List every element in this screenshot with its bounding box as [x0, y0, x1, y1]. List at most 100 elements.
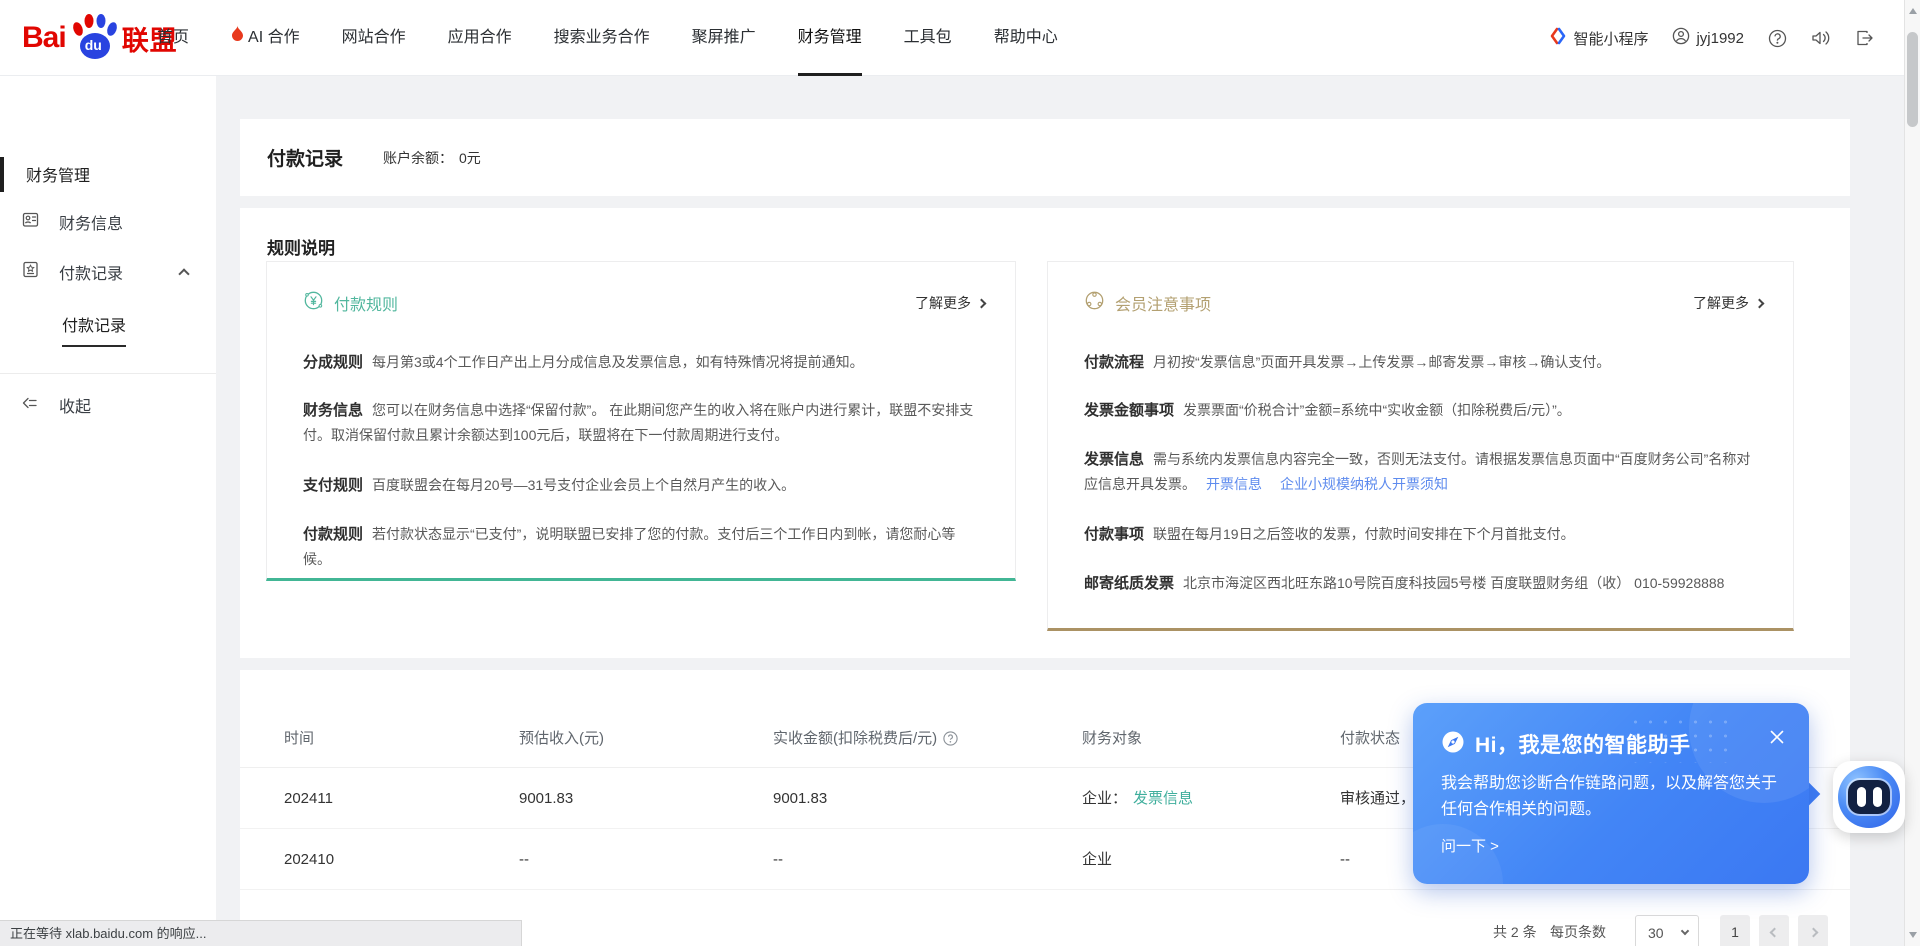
cell-finance-object: 企业：发票信息 — [1082, 768, 1193, 829]
rule-paragraph: 财务信息您可以在财务信息中选择“保留付款”。 在此期间您产生的收入将在账户内进行… — [303, 398, 981, 448]
page-scrollbar[interactable] — [1904, 0, 1920, 946]
previous-page-button[interactable] — [1759, 915, 1789, 946]
main-menu: 首页 AI 合作 网站合作 应用合作 搜索业务合作 聚屏推广 财务管理 工具包 … — [157, 0, 1058, 76]
nav-item-finance-management[interactable]: 财务管理 — [798, 0, 862, 76]
scrollbar-thumb[interactable] — [1907, 32, 1918, 127]
rules-section-card: 规则说明 付款规则 了解更多 — [240, 208, 1850, 658]
rule-paragraph: 邮寄纸质发票北京市海淀区西北旺东路10号院百度科技园5号楼 百度联盟财务组（收）… — [1084, 571, 1759, 596]
robot-avatar-icon — [1838, 766, 1900, 828]
sidebar: 财务管理 财务信息 付款记录 — [0, 76, 216, 946]
sound-icon[interactable] — [1811, 29, 1831, 47]
cell-estimated: -- — [519, 829, 529, 890]
cell-actual: -- — [773, 829, 783, 890]
rule-paragraph: 支付规则百度联盟会在每月20号—31号支付企业会员上个自然月产生的收入。 — [303, 473, 981, 498]
nav-item-search-coop[interactable]: 搜索业务合作 — [554, 0, 650, 76]
sidebar-item-finance-info[interactable]: 财务信息 — [0, 207, 216, 237]
member-notes-more-link[interactable]: 了解更多 — [1693, 293, 1763, 313]
logout-icon[interactable] — [1855, 29, 1874, 47]
chevron-up-icon — [178, 268, 189, 279]
navbar-right-tools: 智能小程序 jyj1992 — [1549, 0, 1874, 76]
nav-item-help-center[interactable]: 帮助中心 — [994, 0, 1058, 76]
total-count-label: 共 2 条 — [1493, 915, 1537, 946]
nav-item-ai-coop[interactable]: AI 合作 — [231, 0, 300, 76]
invoice-info-table-link[interactable]: 发票信息 — [1133, 790, 1193, 807]
rule-paragraph: 付款事项联盟在每月19日之后签收的发票，付款时间安排在下个月首批支付。 — [1084, 522, 1759, 547]
chevron-down-icon — [1681, 927, 1689, 935]
active-section-indicator — [0, 157, 4, 192]
close-icon[interactable] — [1769, 729, 1785, 750]
finance-info-icon — [21, 210, 40, 234]
logo-text-bai: Bai — [22, 21, 66, 55]
ask-assistant-link[interactable]: 问一下 > — [1441, 835, 1499, 856]
assistant-robot-button[interactable] — [1833, 761, 1905, 833]
nav-item-toolkit[interactable]: 工具包 — [904, 0, 952, 76]
col-header-actual-amount: 实收金额(扣除税费后/元) — [773, 710, 958, 771]
chevron-right-icon — [977, 298, 987, 308]
compass-icon — [1441, 730, 1465, 759]
payment-record-icon — [21, 260, 40, 284]
question-circle-icon[interactable] — [943, 713, 958, 771]
cell-time: 202410 — [284, 829, 334, 890]
payment-rules-card: 付款规则 了解更多 分成规则每月第3或4个工作日产出上月分成信息及发票信息，如有… — [266, 261, 1016, 581]
chevron-right-icon — [1808, 927, 1818, 937]
cell-payment-status: 审核通过， — [1340, 768, 1415, 829]
member-notes-card: 会员注意事项 了解更多 付款流程月初按“发票信息”页面开具发票→上传发票→邮寄发… — [1047, 261, 1794, 631]
sidebar-divider — [0, 373, 216, 374]
balance-value: 0元 — [459, 150, 481, 166]
user-icon — [1672, 27, 1690, 49]
sidebar-subitem-payment-records-active[interactable]: 付款记录 — [62, 312, 126, 347]
page-title: 付款记录 — [267, 144, 343, 171]
invoice-info-link[interactable]: 开票信息 — [1206, 476, 1262, 492]
col-header-finance-object: 财务对象 — [1082, 710, 1142, 768]
help-icon[interactable] — [1768, 29, 1787, 48]
sidebar-group-finance-management[interactable]: 财务管理 — [26, 162, 90, 186]
per-page-select[interactable]: 30 — [1635, 915, 1699, 946]
cell-actual: 9001.83 — [773, 768, 827, 829]
scroll-down-arrow-icon[interactable] — [1909, 932, 1917, 938]
assistant-title: Hi，我是您的智能助手 — [1475, 729, 1691, 759]
page: Bai du 联盟 首页 AI 合作 网站合作 — [0, 0, 1920, 946]
nav-item-screen-promo[interactable]: 聚屏推广 — [692, 0, 756, 76]
rule-paragraph: 发票金额事项发票票面“价税合计”金额=系统中“实收金额（扣除税费后/元）”。 — [1084, 398, 1759, 423]
browser-status-bar: 正在等待 xlab.baidu.com 的响应... — [0, 920, 522, 946]
sidebar-collapse-button[interactable]: 收起 — [0, 389, 216, 417]
col-header-time: 时间 — [284, 710, 314, 768]
miniprogram-icon — [1549, 27, 1567, 49]
scroll-up-arrow-icon[interactable] — [1909, 8, 1917, 14]
col-header-payment-status: 付款状态 — [1340, 710, 1400, 768]
coin-icon — [303, 290, 324, 316]
rule-paragraph: 付款流程月初按“发票信息”页面开具发票→上传发票→邮寄发票→审核→确认支付。 — [1084, 350, 1759, 375]
baidu-union-logo[interactable]: Bai du 联盟 — [22, 14, 178, 62]
payment-rules-title: 付款规则 — [303, 290, 398, 316]
rule-paragraph: 付款规则若付款状态显示“已支付”，说明联盟已安排了您的付款。支付后三个工作日内到… — [303, 522, 981, 572]
per-page-label: 每页条数 — [1550, 915, 1606, 946]
assistant-message: 我会帮助您诊断合作链路问题，以及解答您关于任何合作相关的问题。 — [1441, 771, 1781, 823]
nav-item-home[interactable]: 首页 — [157, 0, 189, 76]
rule-paragraph: 分成规则每月第3或4个工作日产出上月分成信息及发票信息，如有特殊情况将提前通知。 — [303, 350, 981, 375]
account-balance: 账户余额：0元 — [383, 148, 481, 168]
miniprogram-link[interactable]: 智能小程序 — [1549, 27, 1648, 49]
page-number-button[interactable]: 1 — [1720, 915, 1750, 946]
user-account[interactable]: jyj1992 — [1672, 27, 1744, 49]
nav-item-website-coop[interactable]: 网站合作 — [342, 0, 406, 76]
chevron-right-icon — [1755, 298, 1765, 308]
next-page-button[interactable] — [1798, 915, 1828, 946]
cell-payment-status: -- — [1340, 829, 1350, 890]
cell-time: 202411 — [284, 768, 333, 829]
top-navigation-bar: Bai du 联盟 首页 AI 合作 网站合作 — [0, 0, 1904, 76]
flame-icon — [231, 0, 244, 76]
payment-rules-more-link[interactable]: 了解更多 — [915, 293, 985, 313]
logo-text-du: du — [85, 37, 102, 53]
rule-paragraph: 发票信息需与系统内发票信息内容完全一致，否则无法支付。请根据发票信息页面中“百度… — [1084, 447, 1759, 497]
assistant-popup: Hi，我是您的智能助手 我会帮助您诊断合作链路问题，以及解答您关于任何合作相关的… — [1413, 703, 1809, 884]
cell-estimated: 9001.83 — [519, 768, 573, 829]
cell-finance-object: 企业 — [1082, 829, 1112, 890]
baidu-paw-icon: du — [68, 13, 120, 63]
nav-item-app-coop[interactable]: 应用合作 — [448, 0, 512, 76]
sidebar-item-payment-records[interactable]: 付款记录 — [0, 257, 216, 287]
member-notes-title: 会员注意事项 — [1084, 290, 1211, 316]
rules-section-title: 规则说明 — [267, 234, 335, 259]
small-taxpayer-notes-link[interactable]: 企业小规模纳税人开票须知 — [1280, 476, 1448, 492]
collapse-icon — [20, 394, 39, 417]
payment-records-header-card: 付款记录 账户余额：0元 — [240, 119, 1850, 196]
